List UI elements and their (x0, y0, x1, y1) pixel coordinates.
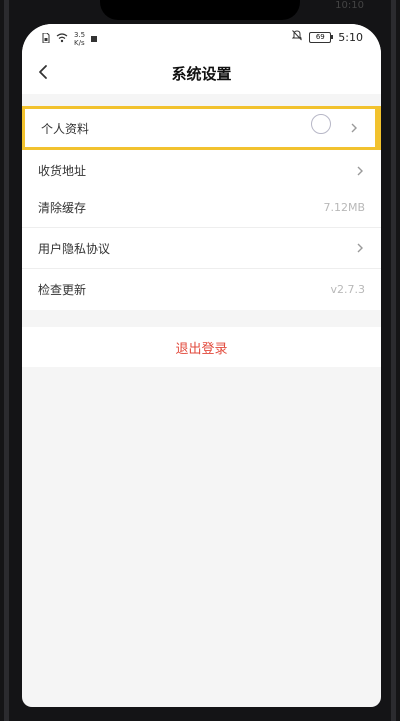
settings-item-check-update[interactable]: 检查更新 v2.7.3 (22, 269, 381, 310)
bezel-left (4, 0, 9, 721)
device-corner-time: 10:10 (335, 0, 364, 11)
page-title: 系统设置 (171, 65, 232, 83)
settings-group-account: 个人资料 收货地址 (22, 106, 381, 191)
touch-indicator (311, 114, 331, 134)
sim-icon (42, 32, 50, 46)
network-speed-unit: K/s (74, 39, 85, 47)
navigation-bar: 系统设置 (22, 52, 381, 94)
chevron-right-icon (355, 165, 365, 177)
settings-item-privacy-policy[interactable]: 用户隐私协议 (22, 228, 381, 269)
settings-item-label: 检查更新 (38, 283, 87, 297)
settings-item-label: 收货地址 (38, 164, 87, 178)
settings-item-label: 个人资料 (41, 121, 90, 136)
settings-item-label: 清除缓存 (38, 200, 87, 215)
app-screen: 3.5 K/s 69 5:10 系统设置 个人资料 收货地址 清除缓存 7.12… (22, 24, 381, 707)
network-speed: 3.5 K/s (74, 31, 85, 47)
network-speed-value: 3.5 (74, 31, 86, 39)
mute-icon (292, 30, 303, 44)
cache-size-value: 7.12MB (323, 200, 365, 214)
app-version-value: v2.7.3 (330, 283, 366, 296)
status-time: 5:10 (338, 30, 363, 44)
chevron-right-icon (355, 242, 365, 254)
settings-group-system: 清除缓存 7.12MB 用户隐私协议 检查更新 v2.7.3 (22, 187, 381, 310)
wifi-icon (56, 32, 68, 46)
notification-dot-icon (91, 36, 98, 42)
settings-item-address[interactable]: 收货地址 (22, 150, 381, 191)
settings-item-profile[interactable]: 个人资料 (22, 106, 381, 150)
logout-button[interactable]: 退出登录 (22, 327, 381, 367)
battery-level: 69 (315, 33, 325, 41)
chevron-right-icon (349, 122, 359, 134)
status-bar: 3.5 K/s 69 5:10 (22, 24, 381, 52)
camera-notch (100, 0, 300, 20)
settings-item-label: 用户隐私协议 (38, 241, 111, 256)
bezel-right (391, 0, 396, 721)
settings-item-clear-cache[interactable]: 清除缓存 7.12MB (22, 187, 381, 228)
battery-icon: 69 (309, 31, 334, 43)
phone-frame: 10:10 3.5 K/s 69 5:10 系统设置 个人资料 收货地址 清除缓… (0, 0, 400, 721)
